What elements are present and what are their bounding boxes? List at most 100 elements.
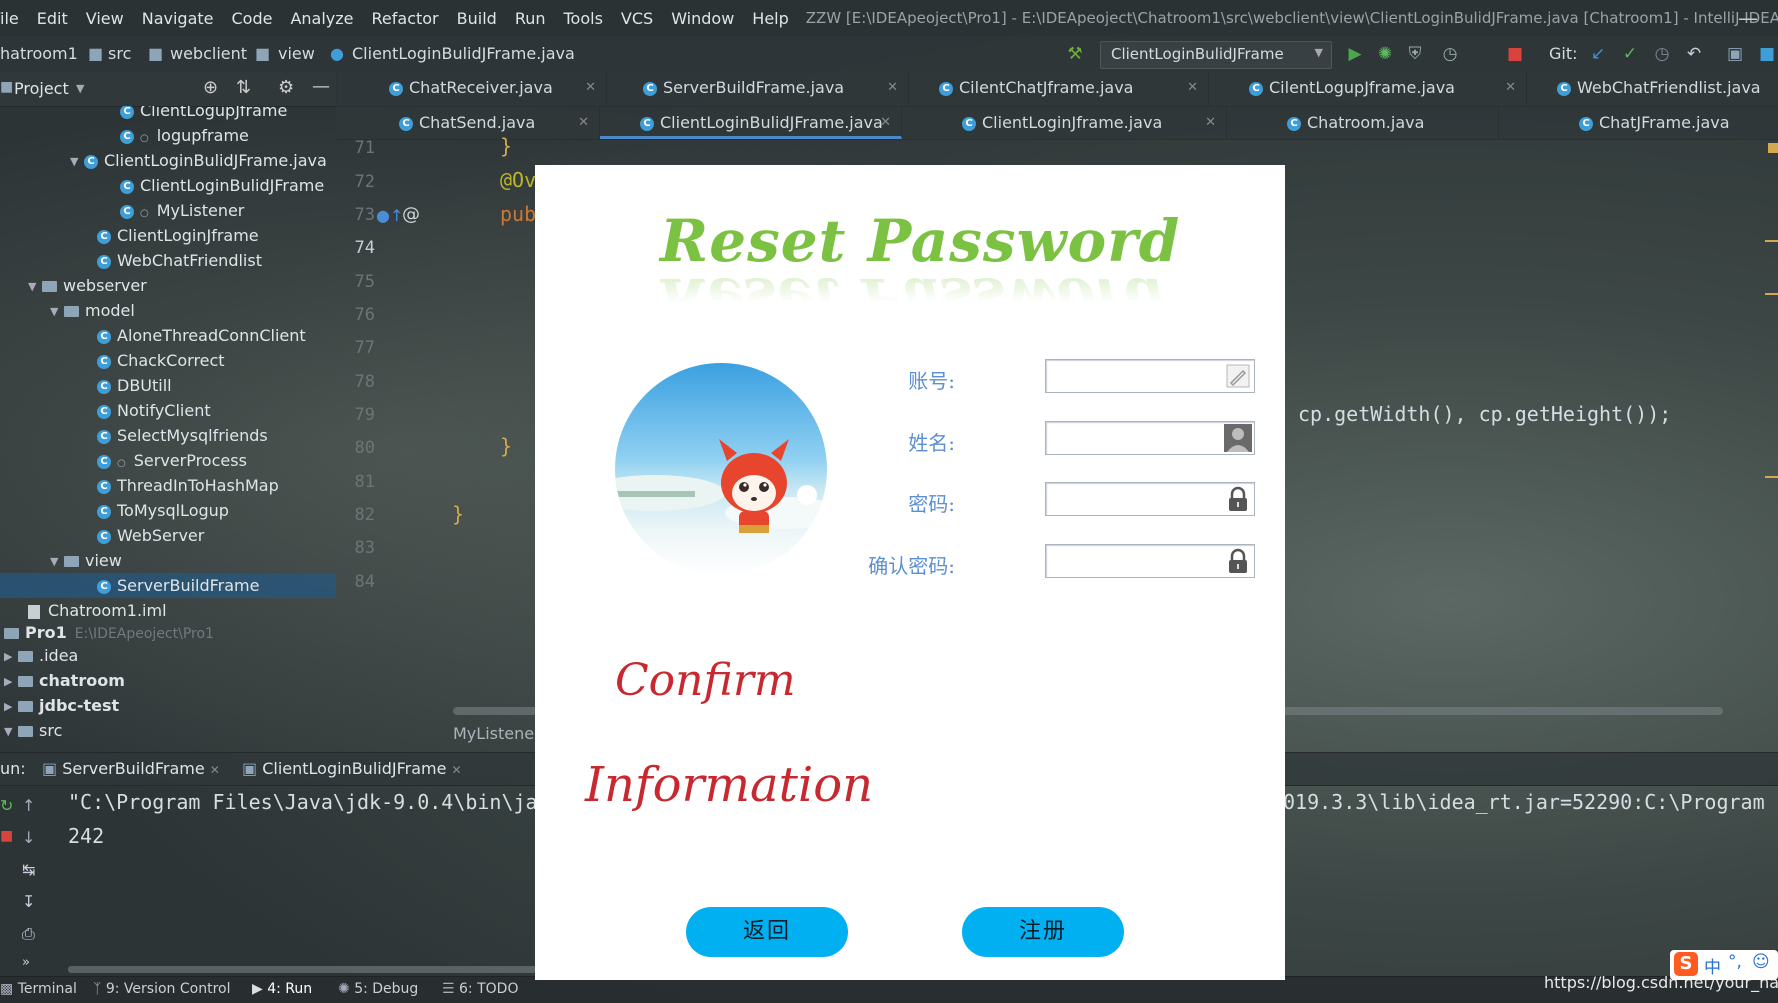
tree-item[interactable]: C ClientLoginBulidJFrame: [120, 173, 324, 198]
gear-icon[interactable]: ⚙: [278, 77, 294, 98]
tab-chatjframe[interactable]: C ChatJFrame.java: [1499, 107, 1778, 139]
tree-item[interactable]: ▼ src: [4, 718, 62, 743]
stop-icon[interactable]: ■: [1505, 44, 1525, 64]
menu-edit[interactable]: Edit: [28, 9, 77, 28]
menu-run[interactable]: Run: [506, 9, 555, 28]
tab-webchatfriendlist[interactable]: C WebChatFriendlist.java: [1527, 72, 1778, 106]
search-everywhere-icon[interactable]: ■: [1757, 44, 1777, 64]
tree-item[interactable]: C ○ MyListener: [120, 198, 244, 223]
chevron-down-icon[interactable]: ▼: [76, 82, 84, 95]
tree-item[interactable]: C AloneThreadConnClient: [97, 323, 306, 348]
scroll-down-icon[interactable]: ↓: [22, 828, 35, 847]
todo-tab[interactable]: ☰ 6: TODO: [442, 981, 518, 997]
project-panel-title[interactable]: Project: [14, 79, 69, 98]
git-rollback-icon[interactable]: ↶: [1684, 44, 1704, 64]
menu-help[interactable]: Help: [743, 9, 797, 28]
tree-item[interactable]: ▼ C ClientLoginBulidJFrame.java: [70, 148, 327, 173]
debug-icon[interactable]: ✺: [1375, 44, 1395, 64]
input-method-toolbar[interactable]: S 中 °, ☺: [1670, 950, 1778, 980]
stop-icon[interactable]: ■: [0, 828, 13, 844]
menu-build[interactable]: Build: [448, 9, 506, 28]
locate-icon[interactable]: ⊕: [203, 77, 218, 98]
more-icon[interactable]: »: [22, 955, 30, 970]
tree-item-selected[interactable]: C ServerBuildFrame: [0, 573, 336, 598]
tree-item[interactable]: C ○ ServerProcess: [97, 448, 247, 473]
run-tab-clientloginbulidjframe[interactable]: ▣ ClientLoginBulidJFrame ✕: [242, 759, 462, 778]
tree-item[interactable]: ▼ webserver: [28, 273, 147, 298]
run-configuration-select[interactable]: ClientLoginBulidJFrame ▼: [1100, 41, 1332, 69]
rerun-icon[interactable]: ↻: [0, 796, 13, 815]
error-stripe-marker[interactable]: [1765, 240, 1778, 242]
debug-tab[interactable]: ✺ 5: Debug: [338, 981, 418, 997]
tree-item[interactable]: C WebChatFriendlist: [97, 248, 262, 273]
tree-item[interactable]: C ChackCorrect: [97, 348, 225, 373]
git-history-icon[interactable]: ◷: [1652, 44, 1672, 64]
menu-code[interactable]: Code: [223, 9, 282, 28]
error-stripe-marker[interactable]: [1765, 293, 1778, 295]
tab-cilentchatjframe[interactable]: C CilentChatJframe.java ✕: [909, 72, 1209, 106]
project-structure-icon[interactable]: ▣: [1725, 44, 1745, 64]
tab-serverbuildframe[interactable]: C ServerBuildFrame.java ✕: [607, 72, 909, 106]
run-tab-serverbuildframe[interactable]: ▣ ServerBuildFrame ✕: [42, 759, 220, 778]
coverage-icon[interactable]: ⛨: [1405, 44, 1425, 64]
collapse-icon[interactable]: ⇅: [236, 77, 251, 98]
scroll-up-icon[interactable]: ↑: [22, 796, 35, 815]
menu-vcs[interactable]: VCS: [612, 9, 662, 28]
tab-clientloginjframe[interactable]: C ClientLoginJframe.java ✕: [902, 107, 1227, 139]
version-control-tab[interactable]: ᛉ 9: Version Control: [93, 981, 230, 997]
tree-item[interactable]: C ClientLogupJframe: [120, 106, 287, 123]
scroll-to-end-icon[interactable]: ↧: [22, 892, 35, 911]
tab-chatreceiver[interactable]: C ChatReceiver.java ✕: [337, 72, 607, 106]
tree-item[interactable]: C NotifyClient: [97, 398, 211, 423]
error-stripe-marker[interactable]: [1765, 476, 1778, 478]
tree-item[interactable]: ▶ .idea: [4, 643, 78, 668]
breadcrumb-src[interactable]: src: [108, 44, 131, 63]
tree-item[interactable]: C ThreadInToHashMap: [97, 473, 279, 498]
tree-item[interactable]: Pro1 E:\IDEApeoject\Pro1: [4, 620, 214, 645]
git-commit-icon[interactable]: ✓: [1620, 44, 1640, 64]
menu-tools[interactable]: Tools: [555, 9, 612, 28]
print-icon[interactable]: ⎙: [22, 924, 35, 944]
git-update-icon[interactable]: ↙: [1588, 44, 1608, 64]
password-input[interactable]: [1045, 482, 1255, 516]
tree-item[interactable]: C WebServer: [97, 523, 204, 548]
menu-view[interactable]: View: [77, 9, 133, 28]
menu-refactor[interactable]: Refactor: [363, 9, 448, 28]
console-scrollbar[interactable]: [68, 966, 538, 973]
tab-clientloginbulidjframe[interactable]: C ClientLoginBulidJFrame.java ✕: [600, 107, 902, 139]
tree-item[interactable]: ▼ view: [50, 548, 122, 573]
breadcrumb-webclient[interactable]: webclient: [170, 44, 247, 63]
override-marker-icon[interactable]: ●↑: [376, 206, 403, 225]
tree-item[interactable]: C DBUtill: [97, 373, 172, 398]
breadcrumb-project[interactable]: hatroom1: [0, 44, 78, 63]
tree-item[interactable]: C SelectMysqlfriends: [97, 423, 268, 448]
hide-panel-icon[interactable]: —: [312, 76, 330, 97]
back-button[interactable]: 返回: [686, 907, 848, 957]
menu-file[interactable]: File: [0, 9, 28, 28]
breadcrumb-view[interactable]: view: [278, 44, 315, 63]
tab-chatsend[interactable]: C ChatSend.java ✕: [337, 107, 600, 139]
tree-item[interactable]: C ○ logupframe: [120, 123, 249, 148]
terminal-tab[interactable]: ▩ Terminal: [0, 981, 77, 997]
run-tab[interactable]: ▶ 4: Run: [252, 981, 312, 997]
build-hammer-icon[interactable]: ⚒: [1065, 44, 1085, 64]
name-input[interactable]: [1045, 421, 1255, 455]
warning-indicator[interactable]: [1768, 143, 1778, 153]
menu-navigate[interactable]: Navigate: [133, 9, 223, 28]
profile-icon[interactable]: ◷: [1440, 44, 1460, 64]
minimize-icon[interactable]: —: [1738, 6, 1758, 30]
menu-analyze[interactable]: Analyze: [281, 9, 362, 28]
register-button[interactable]: 注册: [962, 907, 1124, 957]
tree-item[interactable]: ▶ chatroom: [4, 668, 125, 693]
run-icon[interactable]: ▶: [1345, 44, 1365, 64]
menu-window[interactable]: Window: [662, 9, 743, 28]
breadcrumb-file[interactable]: ClientLoginBulidJFrame.java: [352, 44, 575, 63]
tree-item[interactable]: C ClientLoginJframe: [97, 223, 259, 248]
soft-wrap-icon[interactable]: ↹: [22, 860, 35, 879]
editor-breadcrumb[interactable]: MyListener: [453, 724, 541, 743]
tree-item[interactable]: C ToMysqlLogup: [97, 498, 229, 523]
tab-chatroom[interactable]: C Chatroom.java: [1227, 107, 1499, 139]
account-input[interactable]: [1045, 359, 1255, 393]
tree-item[interactable]: ▼ model: [50, 298, 135, 323]
tree-item[interactable]: ▶ jdbc-test: [4, 693, 119, 718]
